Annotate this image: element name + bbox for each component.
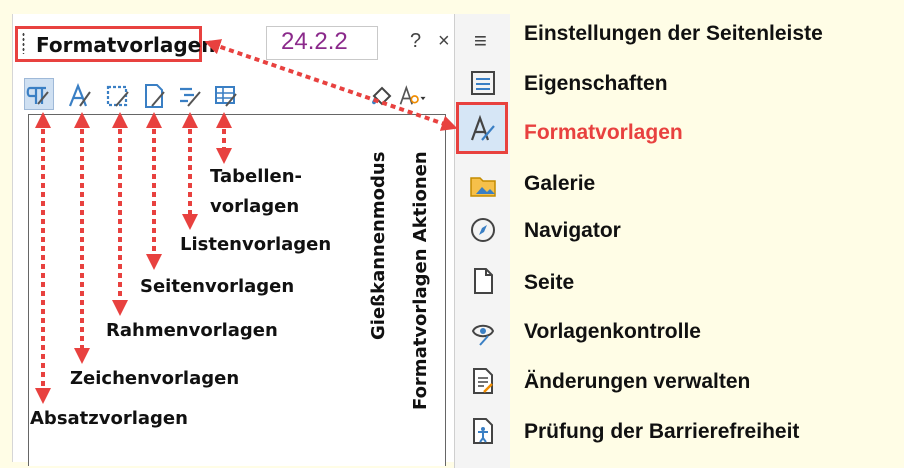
annotation-arrows	[35, 39, 458, 404]
arrow-title-to-tab	[204, 39, 458, 131]
